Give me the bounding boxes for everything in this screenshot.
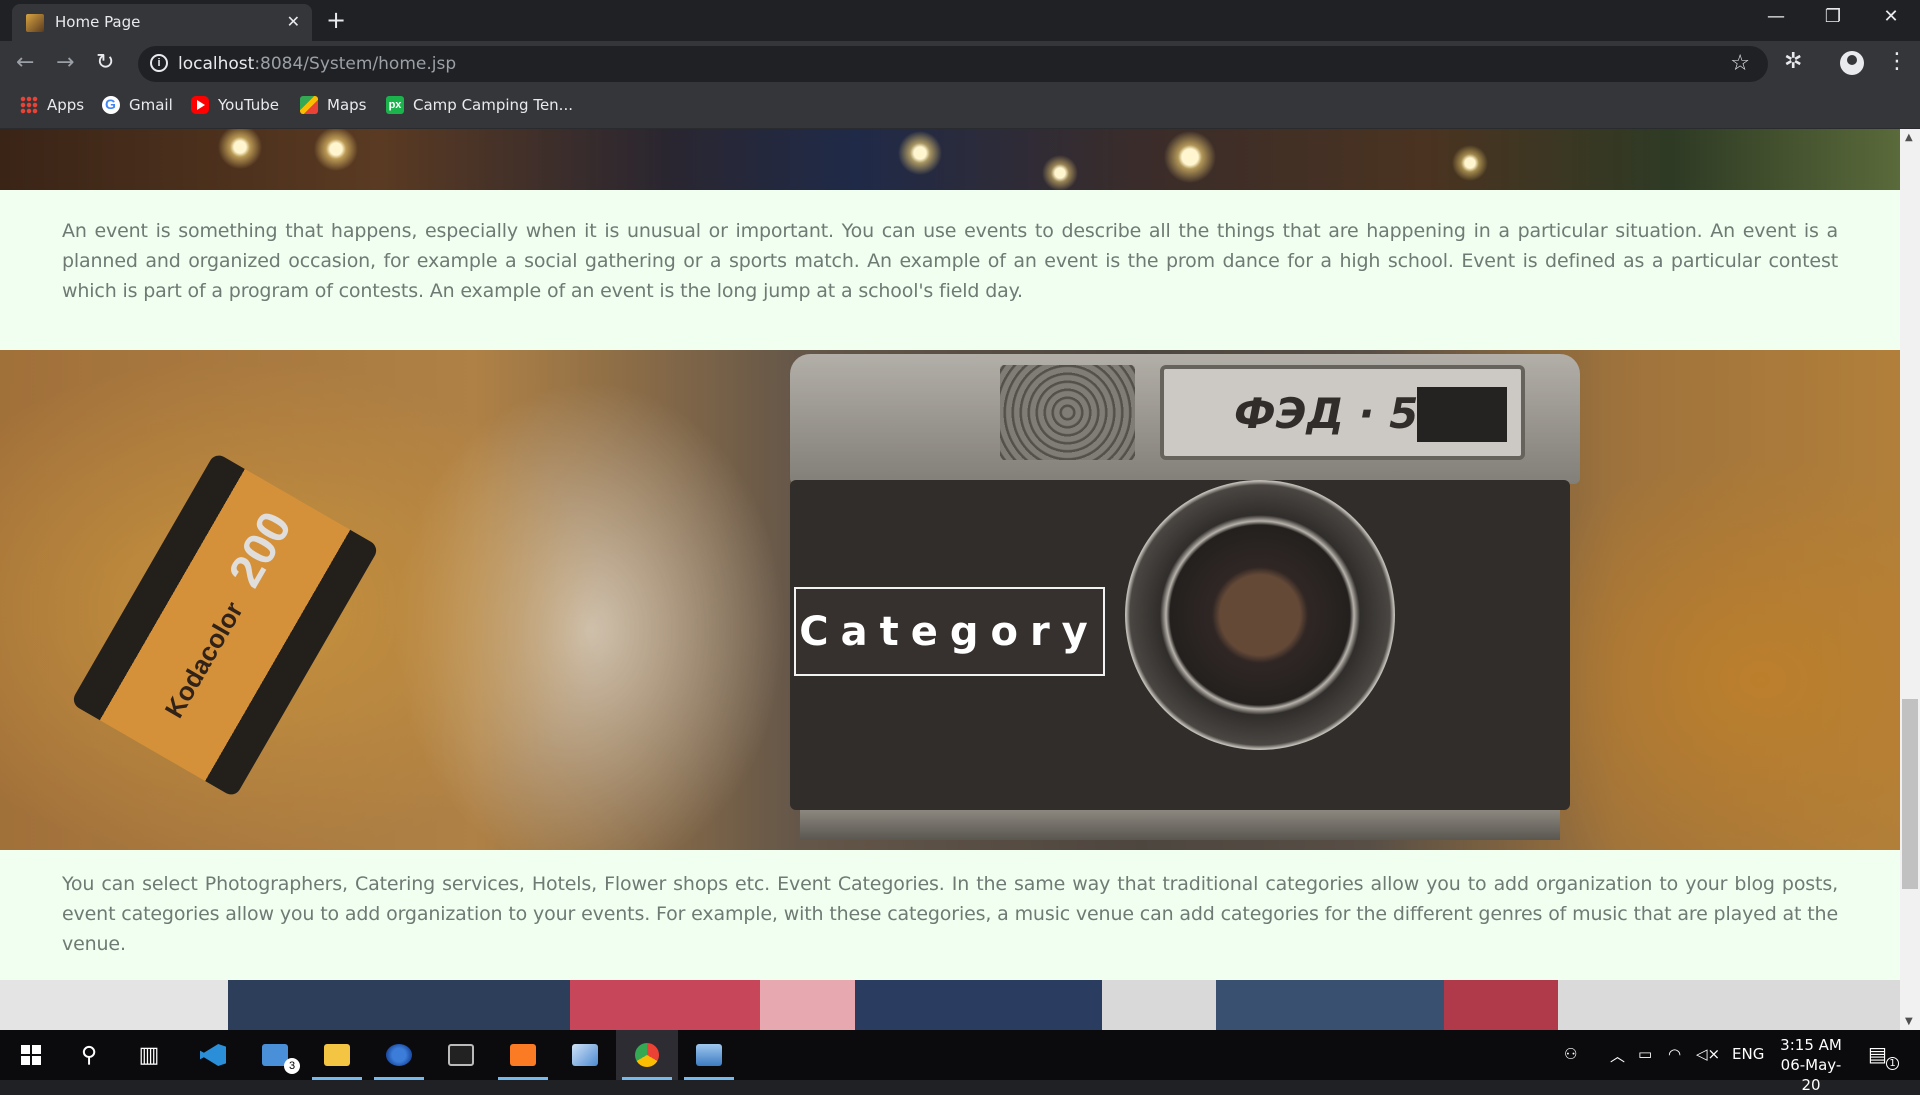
bookmark-label: Apps — [47, 96, 85, 114]
folder-icon — [324, 1044, 350, 1066]
maps-icon — [300, 96, 318, 114]
language-indicator[interactable]: ENG — [1732, 1045, 1764, 1063]
scrollbar-thumb[interactable] — [1902, 699, 1918, 889]
show-hidden-icons-icon[interactable]: ︿ — [1610, 1045, 1625, 1066]
page-viewport: An event is something that happens, espe… — [0, 129, 1920, 1030]
px-icon: px — [386, 96, 404, 114]
restore-button[interactable]: ❐ — [1810, 6, 1856, 27]
notification-count: 1 — [1886, 1057, 1899, 1070]
mail-badge: 3 — [284, 1058, 300, 1074]
forward-button[interactable]: → — [56, 50, 74, 75]
vscode-icon — [200, 1044, 226, 1066]
cube-icon — [572, 1044, 598, 1066]
search-button[interactable]: ⚲ — [58, 1030, 120, 1080]
event-lights-image — [0, 129, 1900, 190]
tab-title: Home Page — [55, 13, 141, 31]
url-path: :8084/System/home.jsp — [254, 54, 457, 74]
category-heading-box[interactable]: Category — [794, 587, 1105, 676]
notifications-icon[interactable]: ▤ — [1868, 1042, 1887, 1066]
terminal-icon — [448, 1044, 474, 1066]
taskbar-firefox[interactable] — [368, 1030, 430, 1080]
task-view-button[interactable]: ▥ — [118, 1030, 180, 1080]
browser-toolbar: ← → ↻ i localhost:8084/System/home.jsp ☆… — [0, 41, 1920, 87]
chrome-icon — [635, 1043, 659, 1067]
bookmark-youtube[interactable]: YouTube — [191, 96, 279, 114]
apps-grid-icon — [20, 96, 38, 114]
taskbar-mail[interactable] — [244, 1030, 306, 1080]
tab-strip: Home Page ✕ + — ❐ ✕ — [0, 0, 1920, 41]
xampp-icon — [510, 1044, 536, 1066]
start-button[interactable] — [0, 1030, 62, 1080]
url-text[interactable]: localhost:8084/System/home.jsp — [178, 54, 456, 74]
clock-time: 3:15 AM — [1780, 1036, 1842, 1054]
bookmark-gmail[interactable]: Gmail — [102, 96, 173, 114]
extension-icon[interactable]: ✲ — [1784, 49, 1802, 74]
taskbar-virtualbox[interactable] — [554, 1030, 616, 1080]
people-icon[interactable]: ⚇ — [1564, 1045, 1577, 1063]
tab-close-icon[interactable]: ✕ — [287, 12, 300, 31]
scroll-down-arrow-icon[interactable]: ▼ — [1905, 1016, 1913, 1027]
bookmark-label: YouTube — [218, 96, 279, 114]
back-button[interactable]: ← — [16, 50, 34, 75]
scroll-up-arrow-icon[interactable]: ▲ — [1905, 132, 1913, 143]
event-description: An event is something that happens, espe… — [62, 220, 1838, 302]
taskbar-chrome[interactable] — [616, 1030, 678, 1080]
volume-muted-icon[interactable]: ◁× — [1696, 1045, 1720, 1063]
wifi-icon[interactable]: ◠ — [1668, 1045, 1681, 1063]
address-bar[interactable]: i localhost:8084/System/home.jsp ☆ — [138, 46, 1768, 82]
category-section: You can select Photographers, Catering s… — [0, 850, 1900, 980]
windows-taskbar: ⚲ ▥ 3 ⚇ ︿ ▭ ◠ ◁× ENG 3:15 AM 06-May-20 ▤… — [0, 1030, 1920, 1094]
new-tab-button[interactable]: + — [326, 6, 346, 34]
profile-avatar-icon[interactable] — [1840, 51, 1864, 75]
close-window-button[interactable]: ✕ — [1868, 6, 1914, 27]
taskbar-photos[interactable] — [678, 1030, 740, 1080]
bookmark-camp-camping[interactable]: px Camp Camping Ten... — [386, 96, 573, 114]
windows-logo-icon — [21, 1045, 41, 1065]
photos-icon — [696, 1044, 722, 1066]
category-description: You can select Photographers, Catering s… — [62, 873, 1838, 955]
bookmarks-bar: Apps Gmail YouTube Maps px Camp Camping … — [0, 87, 1920, 129]
taskbar-vscode[interactable] — [182, 1030, 244, 1080]
minimize-button[interactable]: — — [1753, 6, 1799, 27]
event-section: An event is something that happens, espe… — [0, 190, 1900, 350]
reload-button[interactable]: ↻ — [96, 50, 114, 75]
url-host: localhost — [178, 54, 255, 74]
clock-date: 06-May-20 — [1780, 1056, 1842, 1094]
task-view-icon: ▥ — [138, 1042, 160, 1068]
battery-icon[interactable]: ▭ — [1638, 1045, 1652, 1063]
taskbar-xampp[interactable] — [492, 1030, 554, 1080]
site-info-icon[interactable]: i — [150, 54, 168, 72]
firefox-icon — [386, 1044, 412, 1066]
page-favicon-icon — [26, 14, 44, 32]
bookmark-maps[interactable]: Maps — [300, 96, 366, 114]
taskbar-file-explorer[interactable] — [306, 1030, 368, 1080]
youtube-icon — [191, 96, 209, 114]
google-icon — [102, 96, 120, 114]
bookmark-label: Maps — [327, 96, 367, 114]
page-scrollbar[interactable]: ▲ ▼ — [1900, 129, 1920, 1030]
search-icon: ⚲ — [80, 1042, 98, 1068]
bookmark-label: Gmail — [129, 96, 173, 114]
bookmark-star-icon[interactable]: ☆ — [1730, 51, 1750, 76]
tab-home-page[interactable]: Home Page ✕ — [12, 4, 312, 41]
system-clock[interactable]: 3:15 AM 06-May-20 — [1772, 1035, 1850, 1095]
people-image — [0, 980, 1900, 1030]
bookmark-label: Camp Camping Ten... — [413, 96, 573, 114]
category-hero-image: Kodacolor 200 ФЭД · 5 Category — [0, 350, 1900, 850]
taskbar-terminal[interactable] — [430, 1030, 492, 1080]
bookmark-apps[interactable]: Apps — [20, 96, 84, 114]
browser-menu-icon[interactable]: ⋮ — [1886, 49, 1908, 74]
category-heading: Category — [799, 608, 1100, 655]
